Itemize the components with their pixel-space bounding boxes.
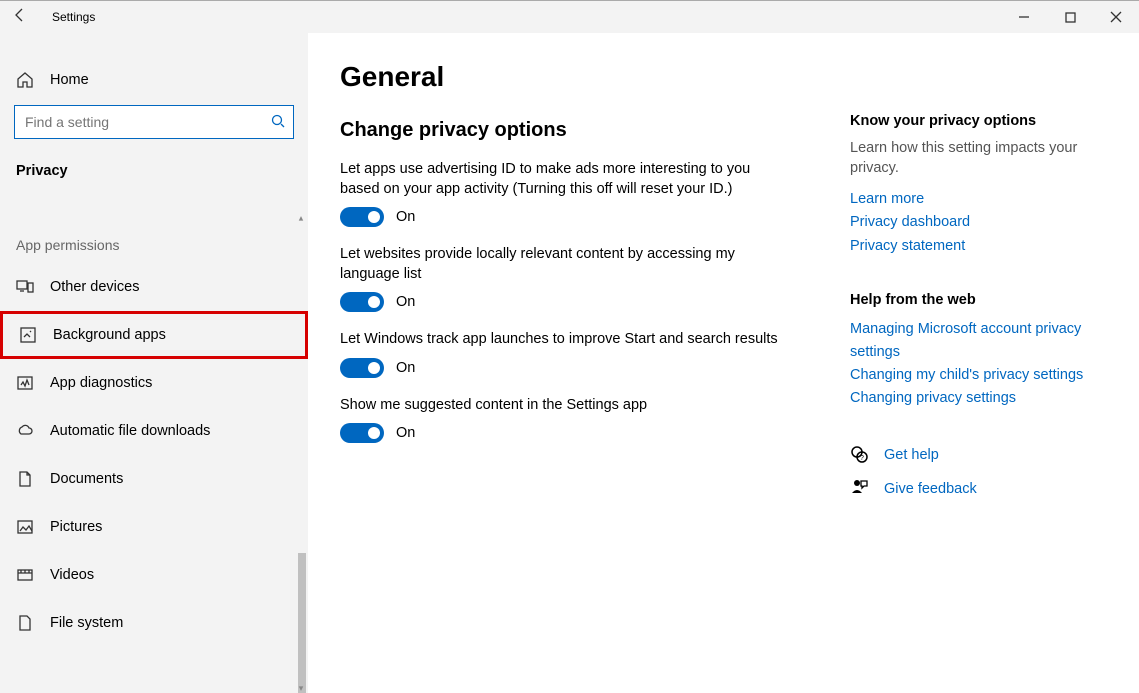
help-icon: ? [850,445,868,467]
privacy-option-advertising-id: Let apps use advertising ID to make ads … [340,160,810,227]
option-description: Let Windows track app launches to improv… [340,330,780,350]
toggle-state-label: On [396,360,415,376]
privacy-option-suggested-content: Show me suggested content in the Setting… [340,396,810,444]
option-description: Show me suggested content in the Setting… [340,396,780,416]
give-feedback-row[interactable]: Give feedback [850,478,1107,501]
toggle-state-label: On [396,425,415,441]
link-managing-account-privacy[interactable]: Managing Microsoft account privacy setti… [850,318,1107,364]
app-diagnostics-icon [16,374,34,392]
privacy-option-language-list: Let websites provide locally relevant co… [340,245,810,312]
search-input[interactable] [23,113,271,131]
toggle-state-label: On [396,209,415,225]
sidebar-item-documents[interactable]: Documents [0,455,308,503]
sidebar-item-pictures[interactable]: Pictures [0,503,308,551]
sidebar-item-label: Documents [50,471,123,487]
search-wrap [0,99,308,145]
settings-window: Settings Home Priva [0,0,1139,693]
toggle-state-label: On [396,294,415,310]
sidebar-item-label: Background apps [53,327,166,343]
sidebar-item-background-apps[interactable]: Background apps [0,311,308,359]
know-privacy-title: Know your privacy options [850,113,1107,129]
toggle-language-list[interactable] [340,292,384,312]
page-title: General [340,61,810,93]
get-help-row[interactable]: ? Get help [850,444,1107,467]
link-give-feedback[interactable]: Give feedback [884,478,977,501]
know-privacy-desc: Learn how this setting impacts your priv… [850,139,1107,178]
main-column: General Change privacy options Let apps … [340,61,810,693]
link-get-help[interactable]: Get help [884,444,939,467]
document-icon [16,470,34,488]
link-child-privacy[interactable]: Changing my child's privacy settings [850,364,1107,387]
home-icon [16,71,34,89]
toggle-advertising-id[interactable] [340,207,384,227]
link-learn-more[interactable]: Learn more [850,188,1107,211]
close-button[interactable] [1093,1,1139,33]
sidebar: Home Privacy App permissions Other devic… [0,33,308,693]
scrollbar-thumb[interactable] [298,553,306,693]
sidebar-home-label: Home [50,72,89,88]
titlebar: Settings [0,1,1139,33]
cloud-download-icon [16,422,34,440]
sidebar-item-label: Videos [50,567,94,583]
help-web-block: Help from the web Managing Microsoft acc… [850,292,1107,411]
search-box[interactable] [14,105,294,139]
know-privacy-block: Know your privacy options Learn how this… [850,113,1107,258]
sidebar-item-label: Automatic file downloads [50,423,210,439]
videos-icon [16,566,34,584]
content-area: General Change privacy options Let apps … [308,33,1139,693]
sidebar-subsection-title: App permissions [0,187,308,263]
privacy-option-track-launches: Let Windows track app launches to improv… [340,330,810,378]
sidebar-item-app-diagnostics[interactable]: App diagnostics [0,359,308,407]
link-privacy-statement[interactable]: Privacy statement [850,235,1107,258]
scrollbar-track[interactable] [296,213,308,693]
window-controls [1001,1,1139,33]
sidebar-item-file-system[interactable]: File system [0,599,308,647]
sidebar-item-label: App diagnostics [50,375,152,391]
sidebar-home[interactable]: Home [0,61,308,99]
sidebar-section-title: Privacy [0,145,308,187]
sidebar-item-automatic-file-downloads[interactable]: Automatic file downloads [0,407,308,455]
toggle-suggested-content[interactable] [340,423,384,443]
option-description: Let websites provide locally relevant co… [340,245,780,284]
body: Home Privacy App permissions Other devic… [0,33,1139,693]
help-web-title: Help from the web [850,292,1107,308]
back-button[interactable] [0,7,40,28]
search-icon [271,114,285,131]
scroll-down-arrow[interactable]: ▾ [294,683,308,693]
actions-block: ? Get help Give feedback [850,444,1107,500]
sidebar-item-label: Other devices [50,279,139,295]
sidebar-item-label: Pictures [50,519,102,535]
svg-text:?: ? [860,455,864,462]
sidebar-item-other-devices[interactable]: Other devices [0,263,308,311]
background-apps-icon [19,326,37,344]
section-heading: Change privacy options [340,119,810,142]
sidebar-item-label: File system [50,615,123,631]
feedback-icon [850,478,868,500]
link-privacy-dashboard[interactable]: Privacy dashboard [850,211,1107,234]
link-changing-privacy[interactable]: Changing privacy settings [850,387,1107,410]
maximize-button[interactable] [1047,1,1093,33]
window-title: Settings [52,10,95,24]
minimize-button[interactable] [1001,1,1047,33]
option-description: Let apps use advertising ID to make ads … [340,160,780,199]
toggle-track-launches[interactable] [340,358,384,378]
sidebar-item-videos[interactable]: Videos [0,551,308,599]
pictures-icon [16,518,34,536]
other-devices-icon [16,278,34,296]
file-system-icon [16,614,34,632]
right-column: Know your privacy options Learn how this… [850,61,1107,693]
